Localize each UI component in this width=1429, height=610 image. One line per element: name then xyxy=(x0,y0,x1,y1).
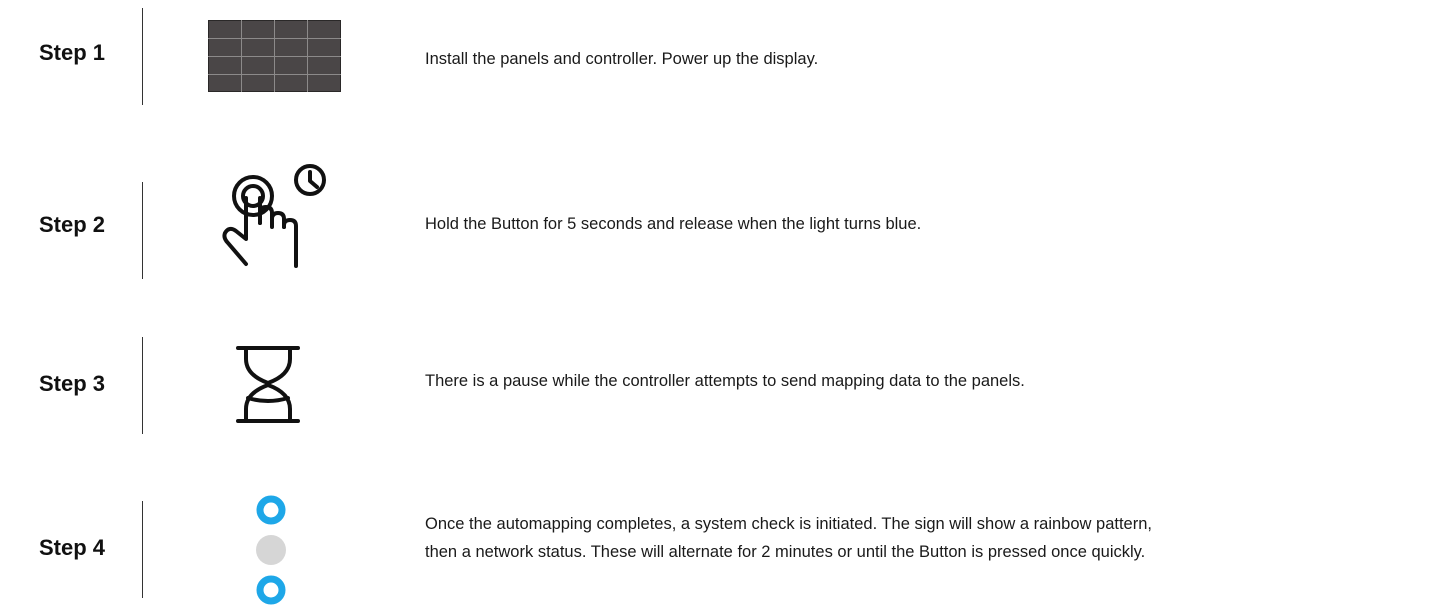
step-3-text: There is a pause while the controller at… xyxy=(425,372,1025,390)
step-3-divider xyxy=(142,337,143,434)
step-1-divider xyxy=(142,8,143,105)
step-4-divider xyxy=(142,501,143,598)
led-panel-grid-icon xyxy=(208,20,341,92)
step-2-text: Hold the Button for 5 seconds and releas… xyxy=(425,215,922,233)
status-light-middle xyxy=(256,535,286,565)
press-hold-timer-icon xyxy=(222,164,326,268)
step-4-label: Step 4 xyxy=(39,535,106,560)
step-4-text-line-2: then a network status. These will altern… xyxy=(425,543,1146,561)
status-light-top xyxy=(256,495,286,525)
step-4-text-line-1: Once the automapping completes, a system… xyxy=(425,515,1152,533)
hourglass-icon xyxy=(236,346,300,423)
status-light-bottom xyxy=(256,575,286,605)
step-3-label: Step 3 xyxy=(39,371,106,396)
step-1-label: Step 1 xyxy=(39,40,106,65)
step-2-label: Step 2 xyxy=(39,212,106,237)
step-2-divider xyxy=(142,182,143,279)
step-1-text: Install the panels and controller. Power… xyxy=(425,50,819,68)
status-lights-icon xyxy=(256,495,286,605)
